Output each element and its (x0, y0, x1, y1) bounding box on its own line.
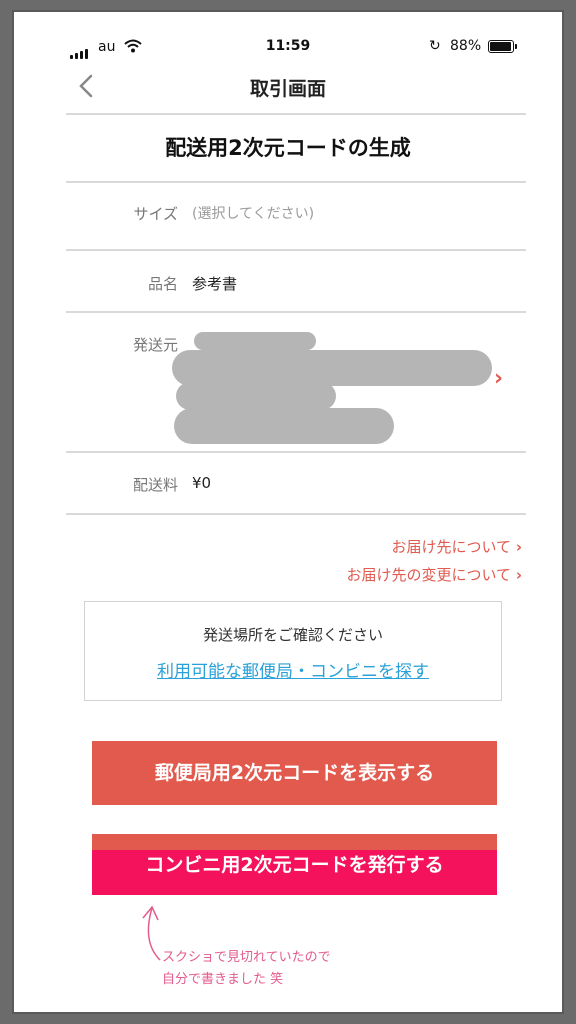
handwritten-note-line1: スクショで見切れていたので (162, 950, 331, 965)
delivery-change-link[interactable]: お届け先の変更について › (346, 564, 522, 585)
origin-label: 発送元 (132, 336, 178, 354)
size-label: サイズ (133, 205, 178, 223)
shipping-fee-label: 配送料 (132, 476, 178, 494)
size-row[interactable]: サイズ (選択してください) (66, 182, 526, 248)
nav-title: 取引画面 (249, 78, 326, 100)
find-location-link[interactable]: 利用可能な郵便局・コンビニを探す (85, 657, 501, 682)
item-value: 参考書 (192, 275, 238, 293)
delivery-info-link[interactable]: お届け先について › (391, 536, 522, 557)
size-placeholder: (選択してください) (192, 206, 315, 222)
battery-percent: 88% (450, 38, 482, 54)
chevron-right-icon: › (515, 566, 522, 584)
redaction-scribble (174, 408, 394, 444)
item-label: 品名 (147, 275, 178, 293)
redaction-scribble (176, 382, 336, 410)
rotation-lock-icon: ↻ (429, 38, 441, 54)
chevron-right-icon: › (515, 538, 522, 556)
divider (66, 113, 526, 115)
origin-row[interactable]: 発送元 › (66, 312, 526, 450)
battery-icon (488, 40, 517, 53)
divider (66, 249, 526, 251)
redaction-scribble (172, 350, 492, 386)
delivery-info-label: お届け先について (391, 538, 512, 556)
combini-code-button[interactable]: コンビニ用2次元コードを発行する (92, 850, 497, 895)
shipping-location-box: 発送場所をご確認ください 利用可能な郵便局・コンビニを探す (84, 601, 502, 701)
confirm-text: 発送場所をご確認ください (202, 626, 383, 644)
phone-screen: au 11:59 ↻ 88% 取引画面 配送用2次元コードの生成 サイズ (選択… (14, 12, 562, 1012)
post-office-code-button[interactable]: 郵便局用2次元コードを表示する (92, 741, 497, 805)
handwritten-note-line2: 自分で書きました 笑 (162, 972, 284, 987)
divider (66, 451, 526, 453)
chevron-right-icon: › (494, 366, 504, 391)
redaction-scribble (194, 332, 316, 350)
page-heading: 配送用2次元コードの生成 (165, 136, 411, 160)
status-bar: au 11:59 ↻ 88% (14, 37, 562, 59)
shipping-fee-value: ¥0 (192, 474, 212, 492)
divider (66, 513, 526, 515)
delivery-change-label: お届け先の変更について (346, 566, 512, 584)
